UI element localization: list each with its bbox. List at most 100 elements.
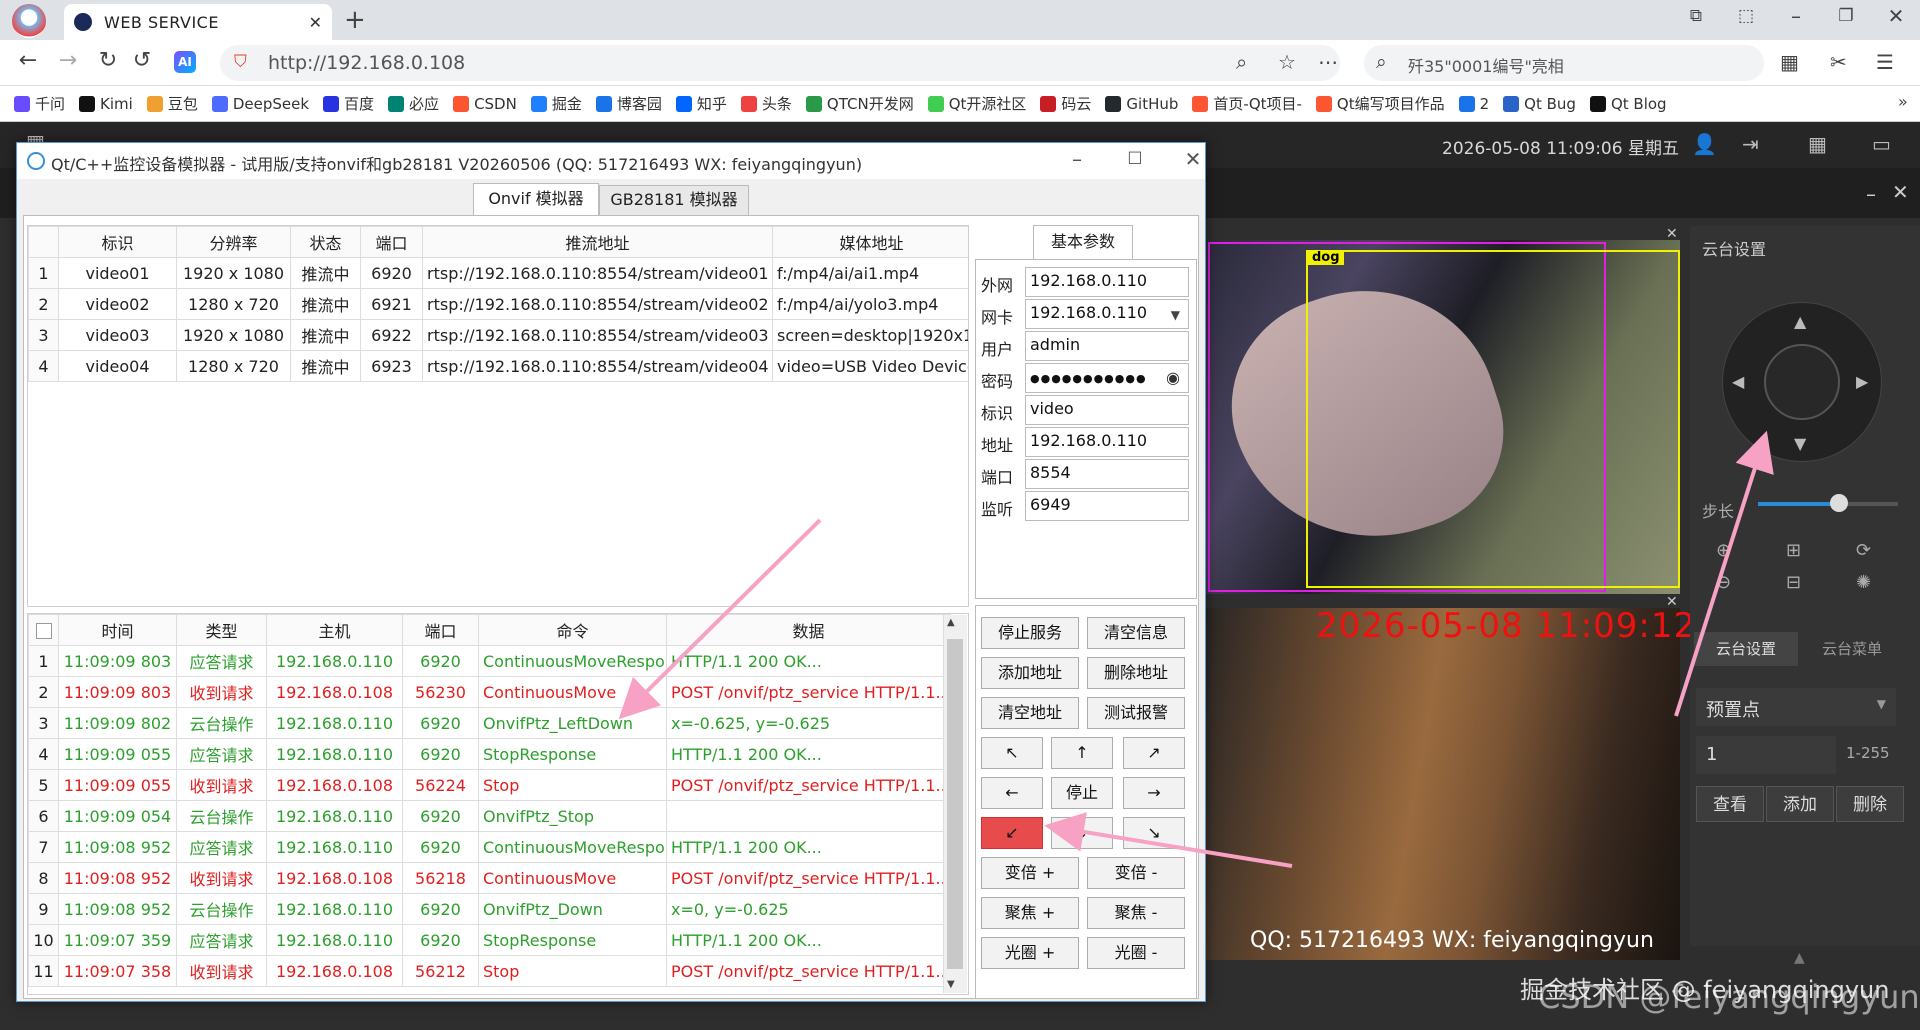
table-row[interactable]: 9 11:09:08 952 云台操作 192.168.0.110 6920 OnvifP… bbox=[28, 893, 951, 925]
table-row[interactable]: 3 11:09:09 802 云台操作 192.168.0.110 6920 OnvifP… bbox=[28, 707, 951, 739]
url-text[interactable]: http://192.168.0.108 bbox=[268, 52, 465, 74]
ptz-stop-button[interactable]: 停止 bbox=[1051, 777, 1113, 809]
ptz-up-right-button[interactable]: ↗ bbox=[1123, 737, 1185, 769]
focus-minus-button[interactable]: 聚焦 - bbox=[1087, 897, 1185, 929]
nic-dropdown-icon[interactable]: ▼ bbox=[1171, 308, 1180, 322]
bookmark-item[interactable]: Qt Blog bbox=[1589, 95, 1667, 113]
undo-icon[interactable]: ↺ bbox=[126, 48, 158, 73]
ptz-up-icon[interactable]: ▲ bbox=[1794, 312, 1806, 331]
bookmarks-overflow-icon[interactable]: » bbox=[1898, 92, 1908, 111]
log-header[interactable]: 命令 bbox=[478, 614, 667, 646]
table-row[interactable]: 2 video02 1280 x 720 推流中 6921 rtsp://192.168.… bbox=[28, 288, 968, 320]
bookmark-item[interactable]: 千问 bbox=[14, 93, 65, 114]
bookmark-item[interactable]: Qt编写项目作品 bbox=[1315, 93, 1445, 114]
minimize-icon[interactable]: – bbox=[1776, 4, 1816, 28]
browser-tab[interactable]: WEB SERVICE ✕ bbox=[64, 4, 332, 40]
extension-icon[interactable]: ⬚ bbox=[1726, 6, 1766, 26]
fullscreen-icon[interactable]: ▭ bbox=[1872, 132, 1891, 156]
tab-basic-params[interactable]: 基本参数 bbox=[1033, 225, 1133, 259]
ptz-left-icon[interactable]: ◀ bbox=[1732, 372, 1744, 391]
close-window-icon[interactable]: ✕ bbox=[1876, 4, 1916, 28]
field-input[interactable]: 192.168.0.110 ▼ bbox=[1025, 299, 1189, 329]
table-row[interactable]: 2 11:09:09 803 收到请求 192.168.0.108 56230 Conti… bbox=[28, 676, 951, 708]
bookmark-item[interactable]: 2 bbox=[1458, 95, 1489, 113]
log-header[interactable]: 主机 bbox=[266, 614, 403, 646]
bookmark-item[interactable]: Kimi bbox=[79, 95, 133, 113]
bookmark-item[interactable]: DeepSeek bbox=[211, 95, 309, 113]
restore-icon[interactable]: ❐ bbox=[1826, 6, 1866, 26]
bookmark-item[interactable]: 首页-Qt项目- bbox=[1192, 93, 1302, 114]
web-close-icon[interactable]: ✕ bbox=[1892, 180, 1909, 204]
log-header[interactable]: 数据 bbox=[666, 614, 951, 646]
search-query[interactable]: 歼35"0001编号"亮相 bbox=[1408, 53, 1564, 77]
focus-plus-button[interactable]: 聚焦 + bbox=[981, 897, 1079, 929]
preset-view-button[interactable]: 查看 bbox=[1696, 786, 1764, 822]
bookmark-item[interactable]: Qt开源社区 bbox=[927, 93, 1026, 114]
bookmark-item[interactable]: 掘金 bbox=[530, 93, 582, 114]
table-row[interactable]: 5 11:09:09 055 收到请求 192.168.0.108 56224 Stop P… bbox=[28, 769, 951, 801]
ptz-down-left-button[interactable]: ↙ bbox=[981, 817, 1043, 849]
table-row[interactable]: 1 video01 1920 x 1080 推流中 6920 rtsp://192.168… bbox=[28, 257, 968, 289]
web-minimize-icon[interactable]: – bbox=[1866, 182, 1876, 206]
password-toggle-icon[interactable]: ◉ bbox=[1166, 368, 1180, 387]
field-input[interactable]: ●●●●●●●●●●● ◉ bbox=[1025, 363, 1189, 393]
ptz-down-right-button[interactable]: ↘ bbox=[1123, 817, 1185, 849]
log-header[interactable]: 端口 bbox=[402, 614, 479, 646]
logout-icon[interactable]: ⇥ bbox=[1742, 132, 1759, 156]
more-icon[interactable]: ⋯ bbox=[1318, 50, 1338, 74]
page-zoom-icon[interactable]: ⌕ bbox=[1236, 50, 1247, 74]
video1-close-icon[interactable]: ✕ bbox=[1666, 226, 1678, 242]
reload-icon[interactable]: ↻ bbox=[92, 48, 124, 73]
add-address-button[interactable]: 添加地址 bbox=[981, 657, 1079, 689]
table-row[interactable]: 7 11:09:08 952 应答请求 192.168.0.110 6920 Contin… bbox=[28, 831, 951, 863]
bookmark-item[interactable]: 头条 bbox=[740, 93, 792, 114]
stream-header[interactable]: 媒体地址 bbox=[772, 226, 968, 258]
ptz-dial-center[interactable] bbox=[1764, 344, 1840, 420]
iris-plus-button[interactable]: 光圈 + bbox=[981, 937, 1079, 969]
bookmark-item[interactable]: GitHub bbox=[1105, 95, 1178, 113]
search-box[interactable]: ⌕ 歼35"0001编号"亮相 bbox=[1364, 45, 1764, 81]
table-row[interactable]: 8 11:09:08 952 收到请求 192.168.0.108 56218 Conti… bbox=[28, 862, 951, 894]
tab-ptz-settings[interactable]: 云台设置 bbox=[1694, 632, 1798, 666]
layout-icon[interactable]: ▦ bbox=[1808, 132, 1827, 156]
new-tab-icon[interactable]: + bbox=[344, 5, 366, 35]
bookmark-item[interactable]: 码云 bbox=[1040, 93, 1091, 114]
simulator-minimize-icon[interactable]: – bbox=[1057, 147, 1097, 171]
bookmark-star-icon[interactable]: ☆ bbox=[1278, 50, 1296, 74]
bookmark-item[interactable]: 豆包 bbox=[146, 93, 198, 114]
zoom-minus-button[interactable]: 变倍 - bbox=[1087, 857, 1185, 889]
table-row[interactable]: 11 11:09:07 358 收到请求 192.168.0.108 56212 Stop… bbox=[28, 955, 951, 987]
zoom-in-icon[interactable]: ⊕ bbox=[1716, 540, 1731, 561]
step-slider-knob[interactable] bbox=[1830, 494, 1848, 512]
ptz-up-button[interactable]: ↑ bbox=[1051, 737, 1113, 769]
table-row[interactable]: 6 11:09:09 054 云台操作 192.168.0.110 6920 OnvifP… bbox=[28, 800, 951, 832]
bookmark-item[interactable]: 百度 bbox=[323, 93, 374, 114]
bookmark-item[interactable]: 知乎 bbox=[675, 93, 727, 114]
table-row[interactable]: 10 11:09:07 359 应答请求 192.168.0.110 6920 StopR… bbox=[28, 924, 951, 956]
clear-info-button[interactable]: 清空信息 bbox=[1087, 617, 1185, 649]
stream-header[interactable]: 分辨率 bbox=[176, 226, 291, 258]
zoom-plus-button[interactable]: 变倍 + bbox=[981, 857, 1079, 889]
stream-header[interactable]: 标识 bbox=[58, 226, 177, 258]
panel-collapse-icon[interactable]: ▲ bbox=[1794, 950, 1805, 966]
menu-icon[interactable]: ☰ bbox=[1876, 50, 1894, 74]
preset-select[interactable]: 预置点 ▼ bbox=[1696, 688, 1896, 726]
stream-header[interactable]: 状态 bbox=[290, 226, 361, 258]
bookmark-item[interactable]: CSDN bbox=[453, 95, 517, 113]
stop-service-button[interactable]: 停止服务 bbox=[981, 617, 1079, 649]
ptz-left-button[interactable]: ← bbox=[981, 777, 1043, 809]
focus-in-icon[interactable]: ⊞ bbox=[1786, 540, 1801, 561]
video-channel-2[interactable] bbox=[1206, 608, 1680, 960]
user-icon[interactable]: 👤 bbox=[1692, 132, 1717, 156]
table-row[interactable]: 3 video03 1920 x 1080 推流中 6922 rtsp://192.168… bbox=[28, 319, 968, 351]
ptz-down-button[interactable]: ↓ bbox=[1051, 817, 1113, 849]
table-row[interactable]: 1 11:09:09 803 应答请求 192.168.0.110 6920 Contin… bbox=[28, 645, 951, 677]
stream-header[interactable]: 端口 bbox=[360, 226, 423, 258]
simulator-maximize-icon[interactable]: ☐ bbox=[1115, 149, 1155, 169]
tab-onvif[interactable]: Onvif 模拟器 bbox=[473, 183, 599, 215]
log-scrollbar-thumb[interactable] bbox=[947, 639, 963, 969]
browser-logo-icon[interactable] bbox=[12, 4, 46, 38]
log-select-all-checkbox[interactable] bbox=[28, 614, 59, 646]
field-input[interactable]: admin bbox=[1025, 331, 1189, 361]
bookmark-item[interactable]: 必应 bbox=[388, 93, 439, 114]
